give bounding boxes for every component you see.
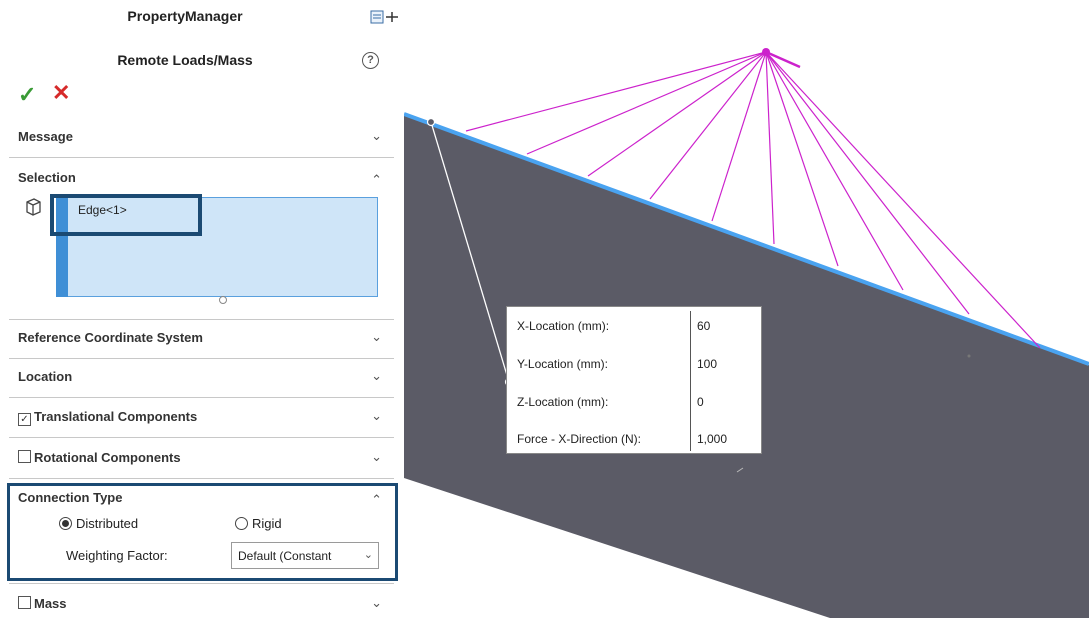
rotational-checkbox[interactable] <box>18 450 31 463</box>
panel-header: PropertyManager <box>127 8 243 24</box>
callout-value[interactable]: 1,000 <box>697 432 727 446</box>
property-manager-panel: PropertyManager Remote Loads/Mass ? ✓ ✕ … <box>0 0 398 618</box>
section-translational-components[interactable]: ✓ Translational Components ⌄ <box>9 399 394 438</box>
callout-row: Force - X-Direction (N): 1,000 <box>507 420 763 457</box>
section-selection[interactable]: Selection ⌃ <box>9 160 394 198</box>
callout-row: Z-Location (mm): 0 <box>507 383 763 420</box>
edge-selection-icon <box>26 198 41 216</box>
selection-item-highlight <box>50 194 202 236</box>
location-callout: X-Location (mm): 60 Y-Location (mm): 100… <box>506 306 762 454</box>
translational-checkbox[interactable]: ✓ <box>18 413 31 426</box>
callout-row: X-Location (mm): 60 <box>507 307 763 344</box>
section-translational-label: Translational Components <box>34 409 198 424</box>
callout-label: X-Location (mm): <box>517 319 610 333</box>
chevron-down-icon[interactable]: ⌄ <box>371 449 382 465</box>
section-rotational-wrap: Rotational Components <box>18 450 181 465</box>
chevron-down-icon[interactable]: ⌄ <box>371 595 382 611</box>
leader-anchor-top <box>426 117 436 127</box>
edge-marker <box>967 354 971 358</box>
section-location[interactable]: Location ⌄ <box>9 359 394 398</box>
feature-title: Remote Loads/Mass <box>117 52 253 68</box>
pin-icon[interactable] <box>370 9 400 25</box>
resize-handle[interactable] <box>219 296 227 304</box>
callout-label: Force - X-Direction (N): <box>517 432 642 446</box>
callout-value[interactable]: 60 <box>697 319 710 333</box>
chevron-up-icon[interactable]: ⌃ <box>371 172 382 188</box>
connection-type-highlight <box>7 483 398 581</box>
cancel-button[interactable]: ✕ <box>52 80 70 106</box>
section-ref-coord-label: Reference Coordinate System <box>18 330 203 345</box>
section-mass-wrap: Mass <box>18 596 67 611</box>
section-selection-label: Selection <box>18 170 76 185</box>
section-reference-coordinate-system[interactable]: Reference Coordinate System ⌄ <box>9 319 394 359</box>
callout-label: Y-Location (mm): <box>517 357 608 371</box>
mass-checkbox[interactable] <box>18 596 31 609</box>
section-translational-wrap: ✓ Translational Components <box>18 409 197 426</box>
callout-row: Y-Location (mm): 100 <box>507 345 763 382</box>
chevron-down-icon[interactable]: ⌄ <box>371 128 382 144</box>
section-mass[interactable]: Mass ⌄ <box>9 583 394 622</box>
section-rotational-components[interactable]: Rotational Components ⌄ <box>9 440 394 479</box>
callout-value[interactable]: 0 <box>697 395 704 409</box>
chevron-down-icon[interactable]: ⌄ <box>371 368 382 384</box>
callout-value[interactable]: 100 <box>697 357 717 371</box>
help-icon[interactable]: ? <box>362 52 379 69</box>
section-message[interactable]: Message ⌄ <box>9 119 394 158</box>
section-rotational-label: Rotational Components <box>34 450 181 465</box>
ok-button[interactable]: ✓ <box>18 82 36 108</box>
callout-label: Z-Location (mm): <box>517 395 609 409</box>
section-location-label: Location <box>18 369 73 384</box>
chevron-down-icon[interactable]: ⌄ <box>371 329 382 345</box>
section-message-label: Message <box>18 129 73 144</box>
section-mass-label: Mass <box>34 596 67 611</box>
chevron-down-icon[interactable]: ⌄ <box>371 408 382 424</box>
